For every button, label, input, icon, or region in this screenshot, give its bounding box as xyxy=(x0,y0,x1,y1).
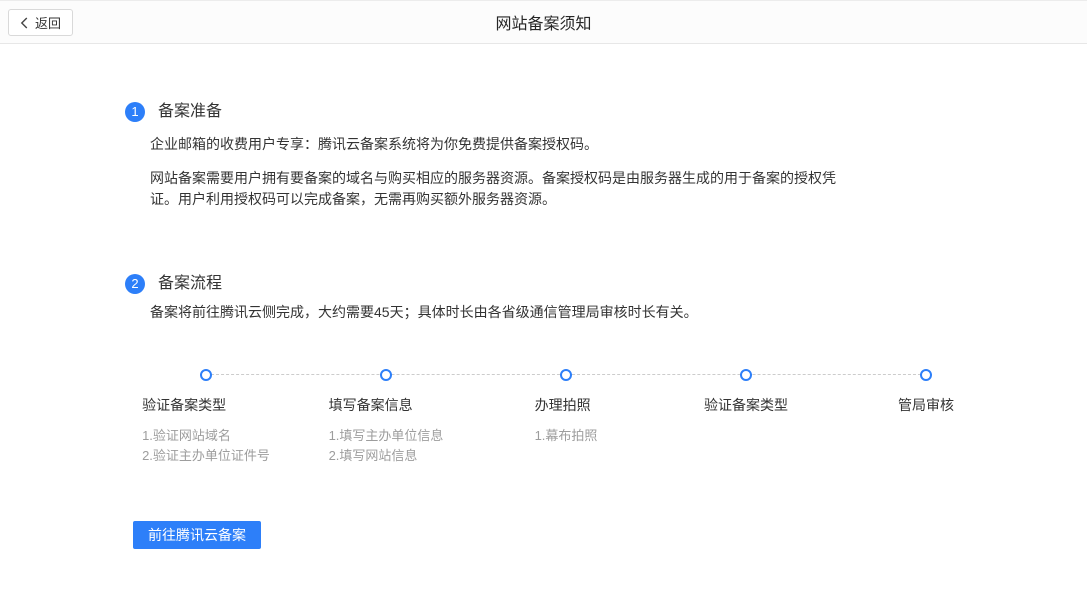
step-label: 管局审核 xyxy=(898,397,954,413)
timeline-dot xyxy=(740,369,752,381)
timeline-step: 验证备案类型 1.验证网站域名2.验证主办单位证件号 xyxy=(116,397,296,466)
step-item: 1.填写主办单位信息 xyxy=(329,426,444,446)
timeline-dot xyxy=(380,369,392,381)
step-label: 验证备案类型 xyxy=(142,397,270,413)
section-title: 备案流程 xyxy=(158,274,865,294)
step-item: 1.验证网站域名 xyxy=(142,426,270,446)
timeline-dot-cell xyxy=(836,369,1016,381)
back-button[interactable]: 返回 xyxy=(8,9,73,36)
process-paragraph: 备案将前往腾讯云侧完成，大约需要45天；具体时长由各省级通信管理局审核时长有关。 xyxy=(150,302,865,323)
filing-process-timeline: 验证备案类型 1.验证网站域名2.验证主办单位证件号 填写备案信息 1.填写主办单位信… xyxy=(116,369,1016,466)
section-process: 2 备案流程 备案将前往腾讯云侧完成，大约需要45天；具体时长由各省级通信管理局… xyxy=(125,274,865,466)
timeline-dot-cell xyxy=(656,369,836,381)
timeline-step: 填写备案信息 1.填写主办单位信息2.填写网站信息 xyxy=(296,397,476,466)
timeline-dot xyxy=(560,369,572,381)
timeline-steps: 验证备案类型 1.验证网站域名2.验证主办单位证件号 填写备案信息 1.填写主办单位信… xyxy=(116,397,1016,466)
go-to-tencent-cloud-filing-button[interactable]: 前往腾讯云备案 xyxy=(133,521,261,549)
preparation-paragraph: 网站备案需要用户拥有要备案的域名与购买相应的服务器资源。备案授权码是由服务器生成… xyxy=(150,168,848,210)
section-title: 备案准备 xyxy=(158,102,865,122)
timeline-dots xyxy=(116,369,1016,381)
section-number-badge: 1 xyxy=(125,102,145,122)
step-label: 验证备案类型 xyxy=(704,397,788,413)
step-items: 1.验证网站域名2.验证主办单位证件号 xyxy=(142,426,270,466)
section-preparation: 1 备案准备 企业邮箱的收费用户专享：腾讯云备案系统将为你免费提供备案授权码。 … xyxy=(125,102,865,210)
chevron-left-icon xyxy=(20,17,28,29)
timeline-step: 管局审核 xyxy=(836,397,1016,466)
timeline-dot-cell xyxy=(476,369,656,381)
section-number-badge: 2 xyxy=(125,274,145,294)
step-label: 填写备案信息 xyxy=(329,397,444,413)
timeline-step: 办理拍照 1.幕布拍照 xyxy=(476,397,656,466)
step-items: 1.填写主办单位信息2.填写网站信息 xyxy=(329,426,444,466)
timeline-dot xyxy=(920,369,932,381)
main-content: 1 备案准备 企业邮箱的收费用户专享：腾讯云备案系统将为你免费提供备案授权码。 … xyxy=(0,44,1087,549)
step-item: 2.填写网站信息 xyxy=(329,446,444,466)
timeline-dot-cell xyxy=(296,369,476,381)
preparation-highlight-text: 企业邮箱的收费用户专享：腾讯云备案系统将为你免费提供备案授权码。 xyxy=(150,134,865,154)
step-items: 1.幕布拍照 xyxy=(535,426,598,446)
step-item: 1.幕布拍照 xyxy=(535,426,598,446)
timeline-step: 验证备案类型 xyxy=(656,397,836,466)
step-label: 办理拍照 xyxy=(535,397,598,413)
cta-container: 前往腾讯云备案 xyxy=(133,521,1087,549)
step-item: 2.验证主办单位证件号 xyxy=(142,446,270,466)
timeline-dot-cell xyxy=(116,369,296,381)
timeline-dot xyxy=(200,369,212,381)
header-bar: 返回 网站备案须知 xyxy=(0,0,1087,44)
back-button-label: 返回 xyxy=(35,13,61,32)
timeline-dots-row xyxy=(116,369,1016,381)
page-title: 网站备案须知 xyxy=(495,10,591,34)
